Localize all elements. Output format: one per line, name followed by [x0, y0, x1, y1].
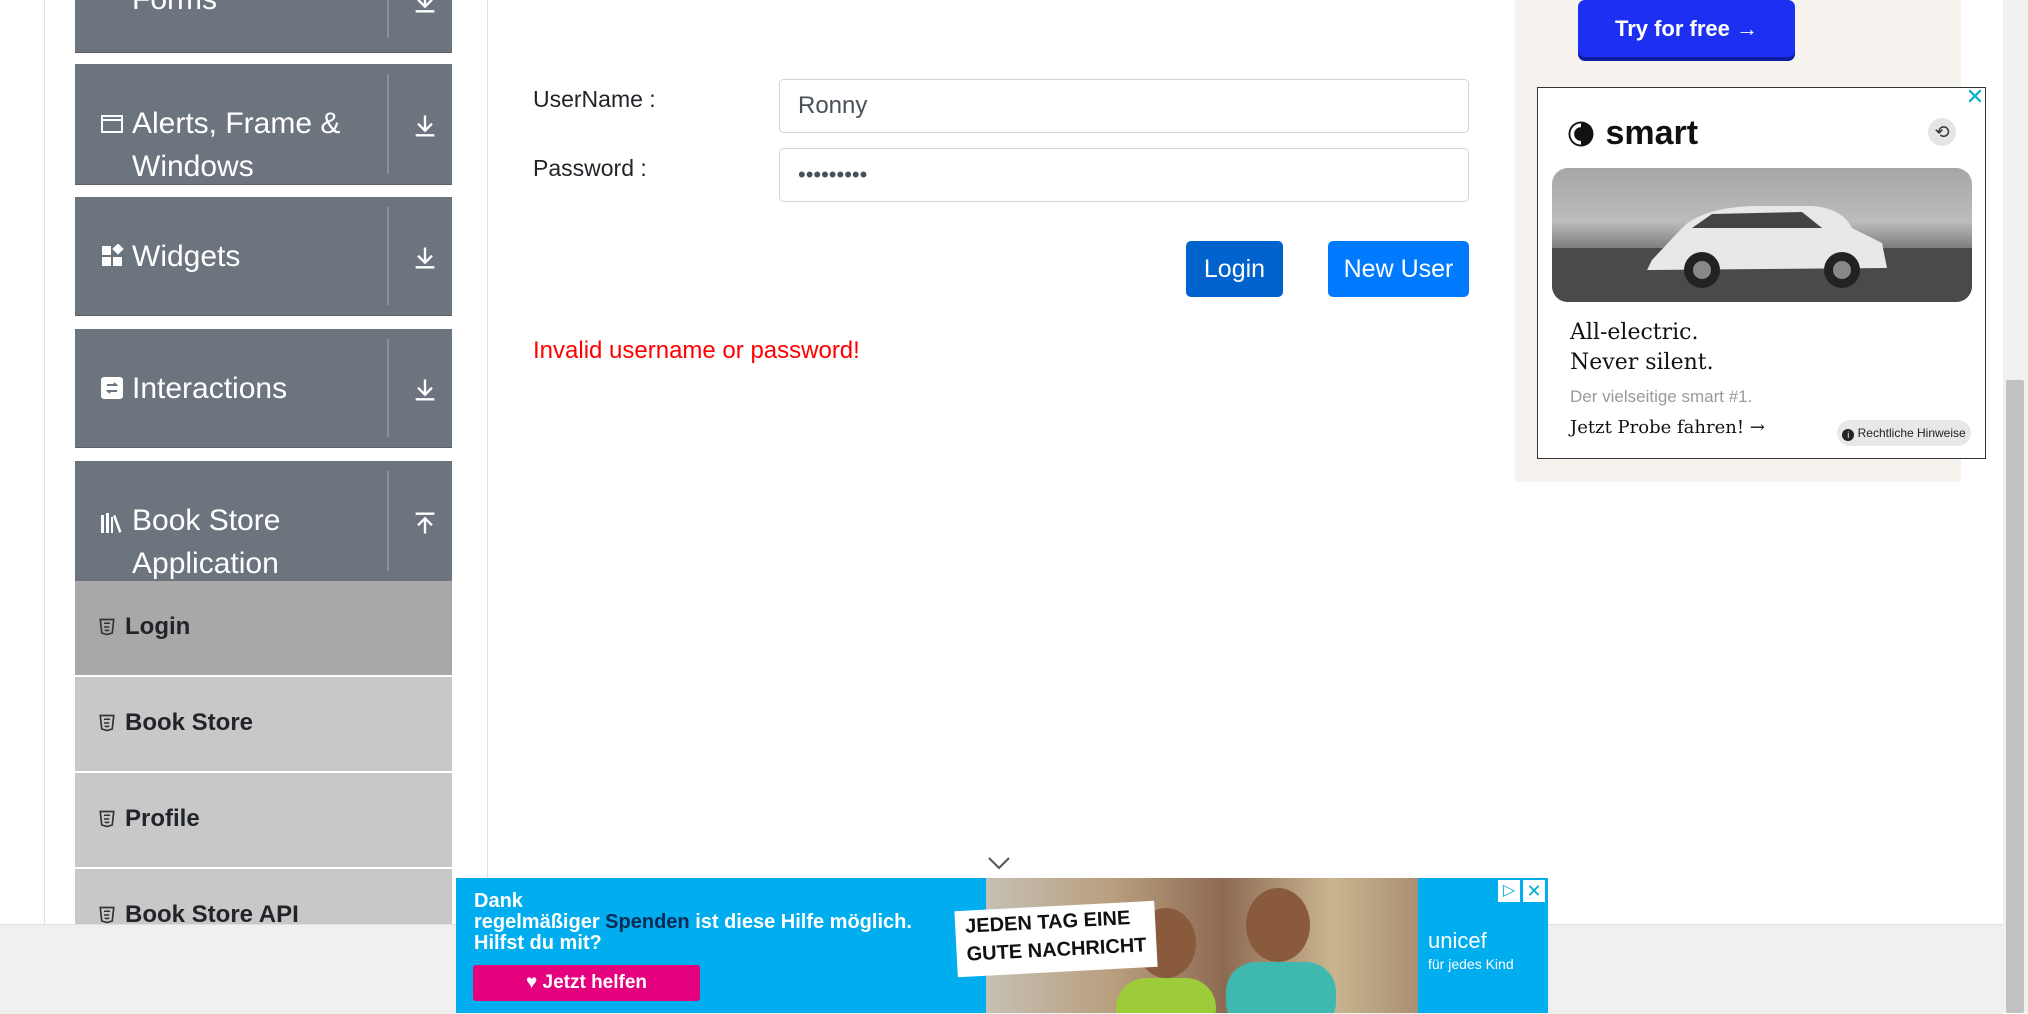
child-shirt — [1226, 962, 1336, 1013]
sidebar-group-widgets[interactable]: Widgets — [75, 197, 452, 316]
car-image — [1552, 168, 1972, 302]
divider — [387, 471, 389, 571]
download-arrow-icon — [415, 0, 435, 13]
sidebar-item-login[interactable]: Login — [75, 581, 452, 677]
car-illustration — [1552, 206, 1972, 302]
divider — [387, 0, 389, 38]
chevron-down-icon[interactable] — [986, 855, 1012, 871]
html5-icon — [99, 714, 115, 732]
interactions-icon — [101, 377, 123, 399]
try-for-free-button[interactable]: Try for free → — [1578, 0, 1795, 57]
unicef-text-highlight: Spenden — [605, 911, 690, 933]
window-icon — [101, 115, 123, 133]
unicef-ad[interactable]: Dank regelmäßiger Spenden ist diese Hilf… — [456, 878, 1548, 1013]
sidebar-item-book-store[interactable]: Book Store — [75, 677, 452, 773]
unicef-text-line1: Dank — [474, 890, 523, 912]
good-news-banner: JEDEN TAG EINE GUTE NACHRICHT — [954, 900, 1158, 978]
username-label: UserName : — [533, 86, 656, 112]
legal-notice-button[interactable]: i Rechtliche Hinweise — [1837, 420, 1971, 446]
login-button[interactable]: Login — [1186, 241, 1283, 297]
sidebar-item-label: Profile — [125, 805, 200, 832]
sidebar-group-label: Alerts, Frame & — [132, 107, 341, 140]
sidebar-group-forms[interactable]: Forms — [75, 0, 452, 53]
widgets-icon — [102, 244, 124, 266]
download-arrow-icon — [415, 379, 435, 401]
sidebar-group-label: Book Store — [132, 504, 281, 537]
smart-cta-link[interactable]: Jetzt Probe fahren! → — [1570, 417, 1765, 438]
sidebar-group-book-store-application[interactable]: Book Store Application — [75, 461, 452, 582]
divider — [387, 339, 389, 437]
divider — [387, 74, 389, 174]
unicef-text-line2: regelmäßiger Spenden ist diese Hilfe mög… — [474, 911, 912, 934]
refresh-icon[interactable]: ⟲ — [1928, 118, 1956, 146]
child-shirt — [1116, 978, 1216, 1013]
books-icon — [101, 513, 122, 533]
sidebar-item-profile[interactable]: Profile — [75, 773, 452, 869]
main-divider — [487, 0, 488, 924]
password-input[interactable]: ••••••••• — [779, 148, 1469, 202]
sidebar-group-label-line2: Windows — [132, 150, 254, 183]
sidebar-group-alerts-frame-windows[interactable]: Alerts, Frame & Windows — [75, 64, 452, 185]
unicef-brand-sub: für jedes Kind — [1428, 956, 1514, 972]
adchoices-icon[interactable]: ▷ — [1498, 880, 1520, 902]
unicef-text-part: regelmäßiger — [474, 911, 600, 933]
html5-icon — [99, 618, 115, 636]
new-user-button[interactable]: New User — [1328, 241, 1469, 297]
username-input[interactable] — [779, 79, 1469, 133]
child-face — [1246, 888, 1310, 962]
download-arrow-icon — [415, 247, 435, 269]
unicef-text-part: ist diese Hilfe möglich. — [695, 911, 912, 933]
scrollbar-thumb[interactable] — [2006, 380, 2024, 1013]
close-icon[interactable]: ✕ — [1965, 86, 1985, 108]
sidebar-item-label: Login — [125, 613, 191, 640]
info-icon: i — [1842, 429, 1855, 441]
html5-icon — [99, 906, 115, 924]
divider — [387, 207, 389, 305]
smart-logo: smart — [1566, 114, 1698, 153]
smart-brand-text: smart — [1605, 114, 1699, 152]
sidebar-item-label: Book Store — [125, 709, 254, 736]
smart-logo-icon — [1568, 121, 1594, 147]
error-message: Invalid username or password! — [533, 337, 860, 364]
legal-notice-label: Rechtliche Hinweise — [1857, 426, 1966, 440]
upload-arrow-icon — [415, 512, 435, 534]
close-icon[interactable]: ✕ — [1523, 880, 1545, 902]
unicef-brand: unicef — [1428, 928, 1487, 953]
smart-headline-1: All-electric. — [1570, 320, 1699, 345]
smart-headline-2: Never silent. — [1570, 350, 1714, 375]
unicef-text-line3: Hilfst du mit? — [474, 932, 602, 954]
help-now-button[interactable]: ♥ Jetzt helfen — [473, 965, 700, 1001]
sidebar-group-label: Forms — [132, 0, 217, 21]
password-label: Password : — [533, 155, 647, 181]
sidebar-group-label: Interactions — [132, 372, 288, 405]
smart-subline: Der vielseitige smart #1. — [1570, 387, 1753, 406]
left-divider — [44, 0, 45, 924]
download-arrow-icon — [415, 115, 435, 137]
sidebar-group-label: Widgets — [132, 240, 241, 273]
html5-icon — [99, 810, 115, 828]
sidebar-group-interactions[interactable]: Interactions — [75, 329, 452, 448]
sidebar-group-label-line2: Application — [132, 547, 279, 580]
